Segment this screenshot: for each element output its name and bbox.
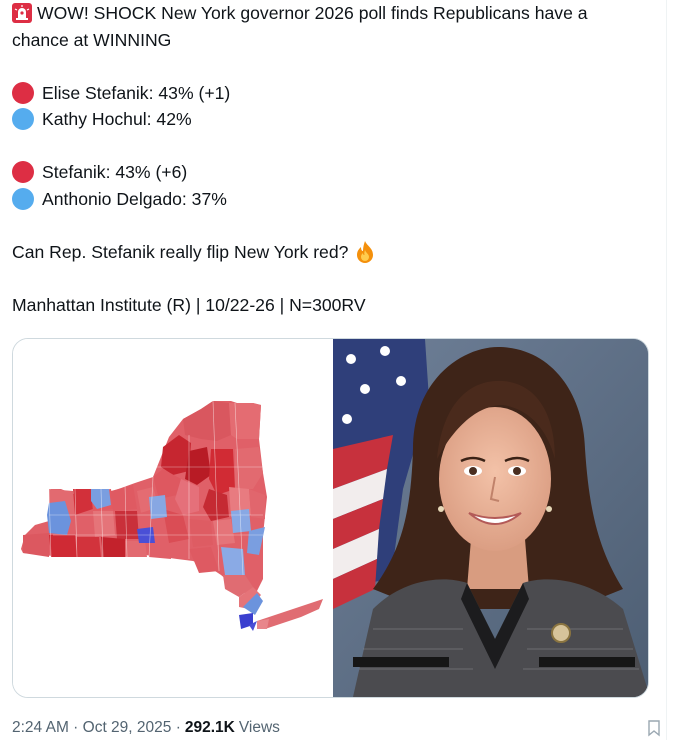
red-circle-icon bbox=[12, 81, 34, 104]
headline-line: WOW! SHOCK New York governor 2026 poll f… bbox=[12, 0, 667, 27]
timestamp[interactable]: 2:24 AM · Oct 29, 2025 · bbox=[12, 719, 181, 737]
source-line: Manhattan Institute (R) | 10/22-26 | N=3… bbox=[12, 292, 667, 319]
question-line: Can Rep. Stefanik really flip New York r… bbox=[12, 239, 667, 266]
headline-text-2: chance at WINNING bbox=[12, 29, 172, 50]
blue-circle-icon bbox=[12, 108, 34, 131]
county-map-graphic bbox=[21, 400, 323, 631]
poll-result-text: Elise Stefanik: 43% (+1) bbox=[42, 82, 231, 103]
source-text: Manhattan Institute (R) | 10/22-26 | N=3… bbox=[12, 294, 366, 315]
new-york-county-map[interactable] bbox=[13, 339, 332, 697]
question-text: Can Rep. Stefanik really flip New York r… bbox=[12, 241, 349, 262]
red-circle-icon bbox=[12, 161, 34, 184]
poll-result-stefanik-vs-delgado: Stefanik: 43% (+6) bbox=[12, 159, 667, 186]
views-count: 292.1K bbox=[184, 719, 235, 736]
headline-text: WOW! SHOCK New York governor 2026 poll f… bbox=[37, 3, 588, 23]
poll-result-delgado: Anthonio Delgado: 37% bbox=[12, 186, 667, 213]
tweet-metadata: 2:24 AM · Oct 29, 2025 · 292.1K Views bbox=[12, 716, 280, 740]
fire-icon bbox=[357, 240, 374, 263]
headline-line-2: chance at WINNING bbox=[12, 27, 667, 54]
tweet-text: WOW! SHOCK New York governor 2026 poll f… bbox=[12, 0, 667, 318]
poll-result-text: Kathy Hochul: 42% bbox=[42, 109, 192, 129]
blue-circle-icon bbox=[12, 187, 34, 210]
police-car-light-icon bbox=[12, 3, 32, 24]
bookmark-icon[interactable] bbox=[644, 718, 664, 738]
poll-result-stefanik-vs-hochul: Elise Stefanik: 43% (+1) bbox=[12, 80, 667, 107]
poll-result-hochul: Kathy Hochul: 42% bbox=[12, 106, 667, 133]
portrait-graphic bbox=[333, 339, 648, 697]
poll-result-text: Stefanik: 43% (+6) bbox=[42, 162, 188, 182]
poll-result-text: Anthonio Delgado: 37% bbox=[42, 188, 227, 209]
views-label: Views bbox=[238, 719, 280, 736]
tweet-media[interactable] bbox=[12, 338, 649, 698]
portrait-photo[interactable] bbox=[333, 339, 648, 697]
